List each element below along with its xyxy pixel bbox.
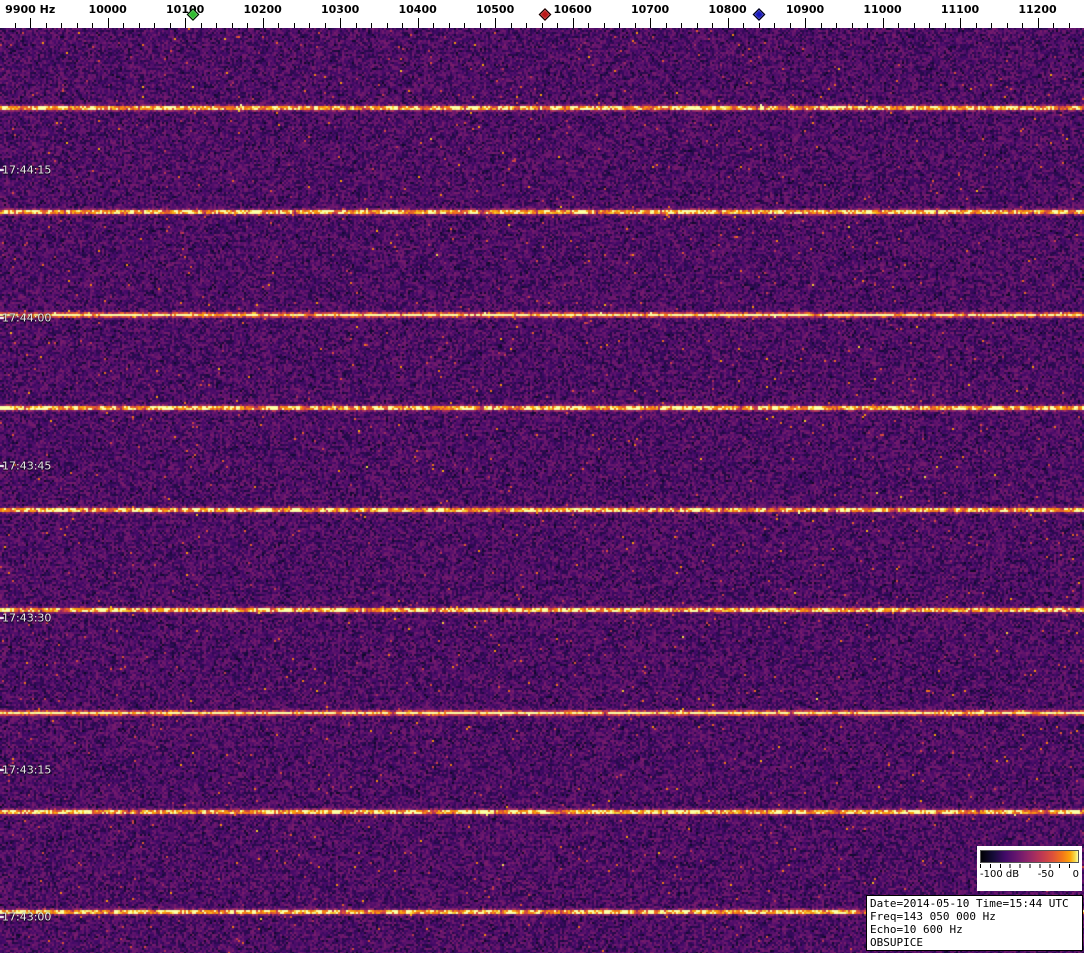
freq-tick-label: 10000 (88, 3, 127, 16)
freq-minor-tick (634, 23, 636, 28)
freq-minor-tick (138, 23, 140, 28)
freq-minor-tick (61, 23, 63, 28)
frequency-axis: 9900 Hz 10000 10100 10200 10300 10400 10500 106… (0, 0, 1084, 28)
observation-info-box: Date=2014-05-10 Time=15:44 UTC Freq=143 … (866, 895, 1083, 951)
freq-minor-tick (386, 23, 388, 28)
freq-minor-tick (867, 23, 869, 28)
freq-tick-label: 10300 (321, 3, 360, 16)
freq-major-tick (185, 18, 187, 28)
freq-minor-tick (479, 23, 481, 28)
freq-tick-label: 10500 (475, 3, 515, 16)
colorbar-max-label: 0 (1072, 869, 1079, 880)
freq-marker-blue-diamond-icon[interactable] (752, 8, 765, 21)
freq-major-tick (417, 18, 419, 28)
waterfall-spectrogram[interactable] (0, 28, 1084, 953)
freq-minor-tick (944, 23, 946, 28)
freq-minor-tick (402, 23, 404, 28)
freq-minor-tick (898, 23, 900, 28)
freq-major-tick (340, 18, 342, 28)
colorbar-mid-label: -50 (1037, 869, 1055, 880)
freq-major-tick (495, 18, 497, 28)
colorbar-min-label: -100 dB (980, 869, 1020, 880)
freq-minor-tick (603, 23, 605, 28)
freq-minor-tick (1053, 23, 1054, 28)
info-frequency: Freq=143 050 000 Hz (870, 910, 996, 923)
freq-major-tick (960, 18, 962, 28)
freq-minor-tick (975, 23, 977, 28)
freq-minor-tick (464, 23, 466, 28)
freq-tick-label: 9900 Hz (5, 3, 56, 16)
freq-minor-tick (1006, 23, 1008, 28)
freq-minor-tick (557, 23, 559, 28)
freq-minor-tick (696, 23, 698, 28)
freq-minor-tick (774, 23, 776, 28)
freq-minor-tick (200, 23, 202, 28)
freq-minor-tick (743, 23, 745, 28)
freq-minor-tick (278, 23, 280, 28)
freq-minor-tick (929, 23, 931, 28)
freq-minor-tick (1068, 23, 1070, 28)
freq-tick-label: 10400 (398, 3, 437, 16)
freq-major-tick (107, 18, 109, 28)
freq-tick-label: 11200 (1018, 3, 1057, 16)
freq-minor-tick (231, 23, 233, 28)
freq-minor-tick (293, 23, 295, 28)
freq-minor-tick (510, 23, 512, 28)
freq-minor-tick (541, 23, 543, 28)
freq-minor-tick (851, 23, 853, 28)
freq-tick-label: 10200 (243, 3, 282, 16)
colorbar-tick-marks (980, 864, 1079, 868)
freq-tick-label: 10600 (553, 3, 592, 16)
freq-minor-tick (619, 23, 621, 28)
freq-minor-tick (789, 23, 791, 28)
freq-minor-tick (588, 23, 590, 28)
info-station-name: OBSUPICE (870, 936, 923, 949)
freq-major-tick (805, 18, 807, 28)
freq-minor-tick (45, 23, 47, 28)
freq-minor-tick (14, 23, 16, 28)
freq-major-tick (1037, 18, 1039, 28)
freq-major-tick (882, 18, 884, 28)
freq-tick-label: 11100 (940, 3, 980, 16)
colorbar-gradient (980, 850, 1079, 863)
freq-major-tick (572, 18, 574, 28)
freq-minor-tick (913, 23, 915, 28)
freq-minor-tick (216, 23, 218, 28)
freq-minor-tick (309, 23, 311, 28)
freq-minor-tick (433, 23, 435, 28)
freq-tick-label: 11000 (863, 3, 902, 16)
freq-tick-label: 10700 (630, 3, 670, 16)
freq-minor-tick (123, 23, 125, 28)
freq-minor-tick (712, 23, 714, 28)
freq-minor-tick (758, 23, 760, 28)
freq-marker-red-diamond-icon[interactable] (539, 8, 552, 21)
info-date-time: Date=2014-05-10 Time=15:44 UTC (870, 897, 1069, 910)
freq-minor-tick (76, 23, 78, 28)
freq-minor-tick (665, 23, 667, 28)
freq-minor-tick (247, 23, 249, 28)
freq-minor-tick (324, 23, 326, 28)
colorbar-legend: -100 dB -50 0 (977, 846, 1082, 891)
freq-minor-tick (526, 23, 528, 28)
freq-major-tick (727, 18, 729, 28)
freq-minor-tick (681, 23, 683, 28)
freq-minor-tick (820, 23, 822, 28)
freq-minor-tick (154, 23, 156, 28)
freq-minor-tick (836, 23, 838, 28)
freq-minor-tick (169, 23, 171, 28)
freq-minor-tick (92, 23, 94, 28)
spectrogram-app-window: 9900 Hz 10000 10100 10200 10300 10400 10500 106… (0, 0, 1084, 953)
freq-major-tick (30, 18, 32, 28)
freq-minor-tick (355, 23, 357, 28)
freq-major-tick (650, 18, 652, 28)
info-echo-frequency: Echo=10 600 Hz (870, 923, 963, 936)
freq-minor-tick (991, 23, 993, 28)
freq-minor-tick (371, 23, 373, 28)
colorbar-labels: -100 dB -50 0 (980, 869, 1079, 880)
freq-major-tick (262, 18, 264, 28)
freq-tick-label: 10800 (708, 3, 747, 16)
freq-tick-label: 10900 (785, 3, 825, 16)
freq-minor-tick (1022, 23, 1023, 28)
freq-minor-tick (448, 23, 450, 28)
